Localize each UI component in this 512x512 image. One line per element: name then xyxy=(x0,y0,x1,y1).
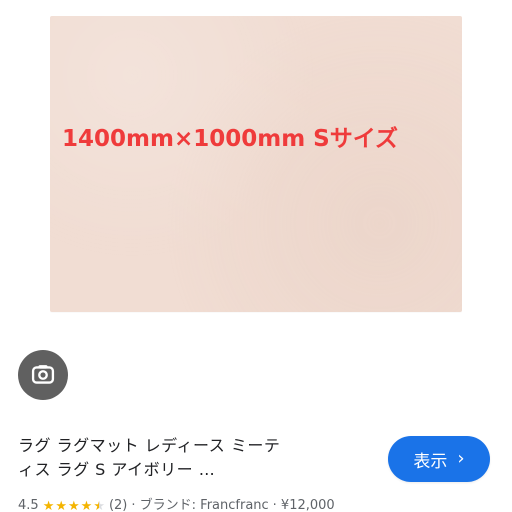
review-count: (2) xyxy=(108,498,128,512)
product-image-area[interactable]: 1400mm×1000mm Sサイズ xyxy=(0,0,512,338)
chevron-right-icon: › xyxy=(457,448,465,469)
image-result-card: 1400mm×1000mm Sサイズ ラグ ラグマット レディース ミーテ ィス… xyxy=(0,0,512,512)
star-icon: ★ xyxy=(55,498,67,512)
show-button-label: 表示 xyxy=(413,451,448,472)
lens-button[interactable] xyxy=(18,350,68,400)
half-star-icon: ★ xyxy=(93,498,105,512)
product-title-line-1: ラグ ラグマット レディース ミーテ xyxy=(18,436,281,455)
rating-value: 4.5 xyxy=(18,498,39,512)
size-overlay-text: 1400mm×1000mm Sサイズ xyxy=(62,126,399,152)
rug-image xyxy=(50,16,462,312)
star-icon: ★ xyxy=(42,498,55,512)
google-lens-icon xyxy=(29,361,57,389)
brand-text: · ブランド: Francfranc xyxy=(131,498,269,512)
product-meta: 4.5 ★ ★ ★ ★ ★ (2) · ブランド: Francfranc · ¥… xyxy=(18,498,335,512)
star-icon: ★ xyxy=(80,498,93,512)
product-title-line-2: ィス ラグ S アイボリー … xyxy=(18,460,216,479)
price-text: · ¥12,000 xyxy=(272,498,335,512)
star-icon: ★ xyxy=(68,498,80,512)
product-title[interactable]: ラグ ラグマット レディース ミーテ ィス ラグ S アイボリー … xyxy=(18,434,358,482)
show-button[interactable]: 表示 › xyxy=(388,436,490,482)
rating-stars: ★ ★ ★ ★ ★ xyxy=(43,500,105,512)
